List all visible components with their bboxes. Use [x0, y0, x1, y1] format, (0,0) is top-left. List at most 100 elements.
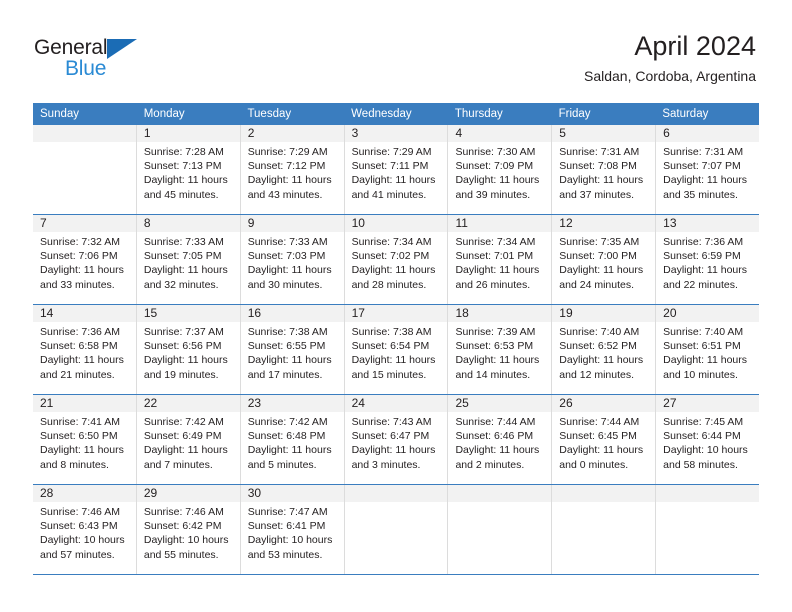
day-cell[interactable]: 4 Sunrise: 7:30 AM Sunset: 7:09 PM Dayli…	[448, 125, 553, 214]
weekday-tuesday: Tuesday	[247, 108, 292, 120]
day-cell[interactable]: 13 Sunrise: 7:36 AM Sunset: 6:59 PM Dayl…	[656, 215, 760, 304]
daylight-text-line1: Daylight: 11 hours	[351, 264, 436, 277]
day-details	[656, 502, 759, 509]
daylight-text-line2: and 10 minutes.	[663, 368, 738, 381]
sunrise-text: Sunrise: 7:36 AM	[663, 236, 744, 248]
day-cell[interactable]: 6 Sunrise: 7:31 AM Sunset: 7:07 PM Dayli…	[656, 125, 760, 214]
day-number: 18	[448, 305, 552, 322]
daylight-text-line2: and 21 minutes.	[40, 368, 115, 381]
day-cell[interactable]: 11 Sunrise: 7:34 AM Sunset: 7:01 PM Dayl…	[448, 215, 553, 304]
daylight-text-line1: Daylight: 11 hours	[559, 174, 644, 187]
daylight-text-line1: Daylight: 11 hours	[663, 264, 748, 277]
calendar-grid: Sunday Monday Tuesday Wednesday Thursday…	[33, 103, 760, 575]
day-number: 22	[136, 395, 240, 412]
daylight-text-line2: and 45 minutes.	[143, 188, 219, 201]
day-cell[interactable]: 14 Sunrise: 7:36 AM Sunset: 6:58 PM Dayl…	[33, 305, 137, 394]
day-details: Sunrise: 7:36 AM Sunset: 6:58 PM Dayligh…	[33, 322, 136, 386]
day-cell[interactable]: 16 Sunrise: 7:38 AM Sunset: 6:55 PM Dayl…	[240, 305, 345, 394]
sunrise-text: Sunrise: 7:35 AM	[559, 236, 640, 248]
day-number	[656, 485, 760, 502]
day-cell[interactable]: 8 Sunrise: 7:33 AM Sunset: 7:05 PM Dayli…	[136, 215, 241, 304]
day-number: 30	[240, 485, 344, 502]
sunrise-text: Sunrise: 7:33 AM	[143, 236, 224, 248]
daylight-text-line1: Daylight: 11 hours	[663, 174, 748, 187]
day-details: Sunrise: 7:29 AM Sunset: 7:11 PM Dayligh…	[345, 142, 448, 206]
day-details: Sunrise: 7:44 AM Sunset: 6:46 PM Dayligh…	[448, 412, 551, 476]
sunset-text: Sunset: 6:59 PM	[663, 250, 741, 263]
day-cell[interactable]: 3 Sunrise: 7:29 AM Sunset: 7:11 PM Dayli…	[344, 125, 449, 214]
day-number: 11	[448, 215, 552, 232]
day-number: 1	[136, 125, 240, 142]
day-cell[interactable]: 10 Sunrise: 7:34 AM Sunset: 7:02 PM Dayl…	[344, 215, 449, 304]
daylight-text-line1: Daylight: 11 hours	[559, 264, 644, 277]
daylight-text-line1: Daylight: 11 hours	[351, 354, 436, 367]
weekday-monday: Monday	[143, 108, 185, 120]
daylight-text-line2: and 43 minutes.	[247, 188, 323, 201]
daylight-text-line2: and 37 minutes.	[559, 188, 635, 201]
day-number: 21	[33, 395, 136, 412]
day-cell[interactable]: 18 Sunrise: 7:39 AM Sunset: 6:53 PM Dayl…	[448, 305, 553, 394]
sunset-text: Sunset: 7:11 PM	[351, 160, 429, 173]
daylight-text-line2: and 58 minutes.	[663, 458, 738, 471]
daylight-text-line1: Daylight: 11 hours	[455, 264, 540, 277]
daylight-text-line2: and 41 minutes.	[351, 188, 427, 201]
day-number: 13	[656, 215, 760, 232]
daylight-text-line1: Daylight: 11 hours	[40, 354, 124, 367]
day-cell[interactable]: 30 Sunrise: 7:47 AM Sunset: 6:41 PM Dayl…	[240, 485, 345, 574]
sunrise-text: Sunrise: 7:46 AM	[143, 506, 224, 518]
daylight-text-line1: Daylight: 10 hours	[247, 534, 333, 547]
daylight-text-line1: Daylight: 11 hours	[351, 174, 436, 187]
weekday-sunday: Sunday	[40, 108, 80, 120]
day-cell[interactable]: 17 Sunrise: 7:38 AM Sunset: 6:54 PM Dayl…	[344, 305, 449, 394]
general-blue-logo[interactable]: General Blue	[34, 36, 154, 82]
day-cell[interactable]: 1 Sunrise: 7:28 AM Sunset: 7:13 PM Dayli…	[136, 125, 241, 214]
day-cell[interactable]: 25 Sunrise: 7:44 AM Sunset: 6:46 PM Dayl…	[448, 395, 553, 484]
day-cell[interactable]	[552, 485, 657, 574]
sunrise-text: Sunrise: 7:44 AM	[559, 416, 640, 428]
day-cell[interactable]: 9 Sunrise: 7:33 AM Sunset: 7:03 PM Dayli…	[240, 215, 345, 304]
day-cell[interactable]: 7 Sunrise: 7:32 AM Sunset: 7:06 PM Dayli…	[33, 215, 137, 304]
day-number: 20	[656, 305, 760, 322]
day-cell[interactable]: 21 Sunrise: 7:41 AM Sunset: 6:50 PM Dayl…	[33, 395, 137, 484]
daylight-text-line1: Daylight: 11 hours	[559, 354, 644, 367]
daylight-text-line2: and 24 minutes.	[559, 278, 635, 291]
sunrise-text: Sunrise: 7:38 AM	[247, 326, 328, 338]
sunset-text: Sunset: 7:07 PM	[663, 160, 741, 173]
day-details: Sunrise: 7:46 AM Sunset: 6:43 PM Dayligh…	[33, 502, 136, 566]
sunset-text: Sunset: 6:51 PM	[663, 340, 741, 353]
day-cell[interactable]: 29 Sunrise: 7:46 AM Sunset: 6:42 PM Dayl…	[136, 485, 241, 574]
daylight-text-line2: and 14 minutes.	[455, 368, 531, 381]
page-subtitle: Saldan, Cordoba, Argentina	[583, 68, 756, 84]
daylight-text-line2: and 2 minutes.	[455, 458, 525, 471]
day-cell[interactable]	[33, 125, 137, 214]
day-cell[interactable]: 22 Sunrise: 7:42 AM Sunset: 6:49 PM Dayl…	[136, 395, 241, 484]
title-block: April 2024 Saldan, Cordoba, Argentina	[584, 30, 756, 86]
day-cell[interactable]: 26 Sunrise: 7:44 AM Sunset: 6:45 PM Dayl…	[552, 395, 657, 484]
day-cell[interactable]	[448, 485, 553, 574]
day-cell[interactable]: 27 Sunrise: 7:45 AM Sunset: 6:44 PM Dayl…	[656, 395, 760, 484]
day-cell[interactable]: 12 Sunrise: 7:35 AM Sunset: 7:00 PM Dayl…	[552, 215, 657, 304]
day-number: 3	[344, 125, 448, 142]
daylight-text-line2: and 33 minutes.	[40, 278, 115, 291]
day-cell[interactable]: 5 Sunrise: 7:31 AM Sunset: 7:08 PM Dayli…	[552, 125, 657, 214]
sunset-text: Sunset: 6:46 PM	[455, 430, 534, 443]
day-cell[interactable]: 28 Sunrise: 7:46 AM Sunset: 6:43 PM Dayl…	[33, 485, 137, 574]
daylight-text-line1: Daylight: 11 hours	[663, 354, 748, 367]
sunset-text: Sunset: 7:09 PM	[455, 160, 534, 173]
daylight-text-line1: Daylight: 11 hours	[143, 174, 228, 187]
daylight-text-line2: and 39 minutes.	[455, 188, 531, 201]
day-cell[interactable]: 24 Sunrise: 7:43 AM Sunset: 6:47 PM Dayl…	[344, 395, 449, 484]
sunset-text: Sunset: 6:42 PM	[143, 520, 222, 533]
day-cell[interactable]: 19 Sunrise: 7:40 AM Sunset: 6:52 PM Dayl…	[552, 305, 657, 394]
day-cell[interactable]	[656, 485, 760, 574]
day-cell[interactable]	[344, 485, 449, 574]
daylight-text-line1: Daylight: 11 hours	[559, 444, 644, 457]
sunrise-text: Sunrise: 7:32 AM	[40, 236, 120, 248]
day-cell[interactable]: 23 Sunrise: 7:42 AM Sunset: 6:48 PM Dayl…	[240, 395, 345, 484]
sunrise-text: Sunrise: 7:28 AM	[143, 146, 224, 158]
day-cell[interactable]: 15 Sunrise: 7:37 AM Sunset: 6:56 PM Dayl…	[136, 305, 241, 394]
daylight-text-line2: and 17 minutes.	[247, 368, 323, 381]
day-cell[interactable]: 2 Sunrise: 7:29 AM Sunset: 7:12 PM Dayli…	[240, 125, 345, 214]
sunset-text: Sunset: 6:43 PM	[40, 520, 118, 533]
day-cell[interactable]: 20 Sunrise: 7:40 AM Sunset: 6:51 PM Dayl…	[656, 305, 760, 394]
